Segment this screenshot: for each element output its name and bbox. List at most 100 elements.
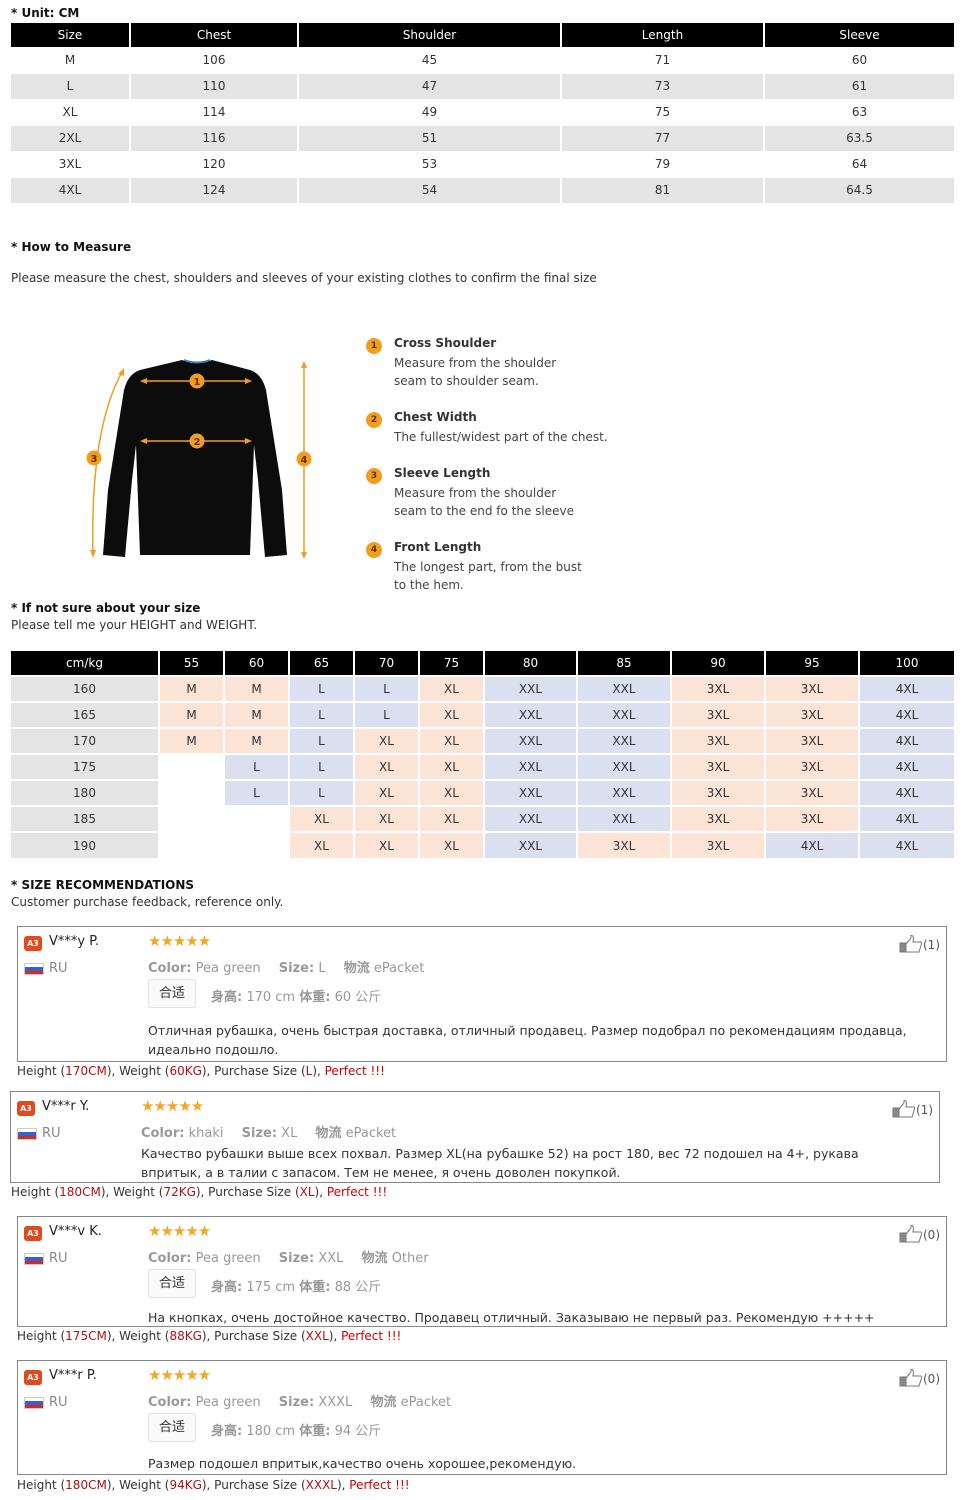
size-cell: 71 (561, 46, 765, 73)
size-row: 4XL 124 54 81 64.5 (11, 176, 954, 203)
height-cell: 170 (11, 727, 160, 754)
weight-value: 60 公斤 (334, 990, 382, 1005)
review-text: Размер подошел впритык,качество очень хо… (148, 1456, 577, 1471)
russia-flag-icon (24, 1253, 44, 1265)
header-weight: 100 (859, 651, 954, 676)
size-recommendation-cell: XL (419, 779, 485, 806)
height-cell: 185 (11, 805, 160, 832)
size-recommendation-cell: XXL (484, 831, 578, 858)
legend-title: Front Length (394, 540, 482, 554)
size-row: 3XL 120 53 79 64 (11, 150, 954, 177)
size-cell: 45 (298, 46, 562, 73)
size-recommendation-cell: 3XL (765, 701, 860, 728)
height-value: 170 cm (246, 990, 296, 1005)
weight-value: 94 公斤 (334, 1424, 382, 1439)
height-row: 160 M M L L XL XXL XXL 3XL 3XL 4XL (11, 675, 954, 702)
size-cell: 64 (764, 150, 954, 177)
fit-button[interactable]: 合适 (148, 1413, 196, 1442)
color-value: Pea green (195, 961, 261, 976)
size-recommendation-cell: 4XL (859, 831, 954, 858)
size-recommendation-cell: XXL (484, 753, 578, 780)
size-recommendation-cell: XL (354, 779, 420, 806)
header-weight: 85 (577, 651, 672, 676)
size-recommendation-cell: 3XL (671, 753, 766, 780)
weight-label: 体重: (299, 1280, 331, 1295)
summary-weight: 94KG (169, 1478, 202, 1492)
summary-weight-label: ), Weight ( (106, 1478, 170, 1492)
size-recommendation-cell: XL (419, 831, 485, 858)
size-recommendation-cell: XL (289, 831, 355, 858)
size-recommendation-cell: M (224, 727, 290, 754)
height-label: 身高: (211, 1280, 243, 1295)
size-recommendation-cell: 3XL (765, 805, 860, 832)
logistics-value: ePacket (400, 1395, 452, 1410)
summary-size-label: ), Purchase Size ( (195, 1185, 300, 1199)
size-recommendation-cell: XL (354, 753, 420, 780)
height-label: 身高: (211, 1424, 243, 1439)
unit-label: * Unit: CM (11, 6, 80, 20)
buyer-level-badge: A3 (24, 1226, 42, 1241)
summary-size-label: ), Purchase Size ( (201, 1064, 306, 1078)
size-recommendation-cell: 3XL (765, 753, 860, 780)
height-label: 身高: (211, 990, 243, 1005)
reviewer-country: RU (49, 1395, 68, 1410)
height-cell: 175 (11, 753, 160, 780)
header-weight: 95 (765, 651, 860, 676)
size-recommendation-cell: 3XL (671, 805, 766, 832)
size-recommendation-cell: XXL (577, 727, 672, 754)
size-cell: 51 (298, 124, 562, 151)
color-value: Pea green (195, 1395, 261, 1410)
summary-weight-label: ), Weight ( (100, 1185, 164, 1199)
russia-flag-icon (24, 963, 44, 975)
size-cell: 124 (130, 176, 299, 203)
height-row: 165 M M L L XL XXL XXL 3XL 3XL 4XL (11, 701, 954, 728)
size-cell: 79 (561, 150, 765, 177)
marker-1: 1 (194, 377, 201, 388)
legend-title: Cross Shoulder (394, 336, 497, 350)
size-recommendation-cell: XL (289, 805, 355, 832)
size-label: Size: (241, 1126, 278, 1141)
color-label: Color: (148, 961, 192, 976)
legend-number: 4 (366, 542, 382, 558)
header-weight: 90 (671, 651, 766, 676)
summary-close: ), (328, 1329, 342, 1343)
summary-verdict: Perfect !!! (324, 1064, 385, 1078)
size-recommendation-cell: M (159, 701, 225, 728)
arrow-front-length: 4 (296, 361, 312, 559)
fit-button[interactable]: 合适 (148, 979, 196, 1008)
color-label: Color: (148, 1395, 192, 1410)
size-cell: XL (11, 98, 131, 125)
size-cell: 75 (561, 98, 765, 125)
size-recommendation-cell (159, 831, 225, 858)
legend-title: Chest Width (394, 410, 477, 424)
color-label: Color: (141, 1126, 185, 1141)
thumbs-up-icon (899, 1224, 923, 1243)
helpful-button[interactable]: (0) (899, 1224, 940, 1243)
summary-height: 175CM (65, 1329, 107, 1343)
star-rating: ★★★★★ (148, 1366, 211, 1384)
buyer-measurements: 身高: 180 cm 体重: 94 公斤 (211, 1420, 381, 1439)
summary-height-label: Height ( (17, 1478, 66, 1492)
summary-size-label: ), Purchase Size ( (201, 1478, 306, 1492)
size-recommendation-cell (159, 779, 225, 806)
helpful-count: (0) (923, 1228, 940, 1242)
how-to-measure-text: Please measure the chest, shoulders and … (11, 271, 597, 285)
size-cell: 4XL (11, 176, 131, 203)
size-value: XL (281, 1126, 298, 1141)
helpful-button[interactable]: (1) (892, 1099, 933, 1118)
size-recommendation-cell: M (224, 701, 290, 728)
helpful-button[interactable]: (0) (899, 1368, 940, 1387)
logistics-value: ePacket (345, 1126, 397, 1141)
recommendations-text: Customer purchase feedback, reference on… (11, 895, 284, 909)
helpful-button[interactable]: (1) (899, 934, 940, 953)
fit-button[interactable]: 合适 (148, 1269, 196, 1298)
height-row: 175 L L XL XL XXL XXL 3XL 3XL 4XL (11, 753, 954, 780)
thumbs-up-icon (899, 1368, 923, 1387)
size-label: Size: (278, 1251, 315, 1266)
size-recommendation-cell: XL (419, 675, 485, 702)
size-recommendation-cell: L (289, 675, 355, 702)
size-recommendation-cell: 4XL (859, 805, 954, 832)
size-recommendation-cell: XXL (484, 779, 578, 806)
size-cell: 49 (298, 98, 562, 125)
summary-weight: 88KG (169, 1329, 202, 1343)
